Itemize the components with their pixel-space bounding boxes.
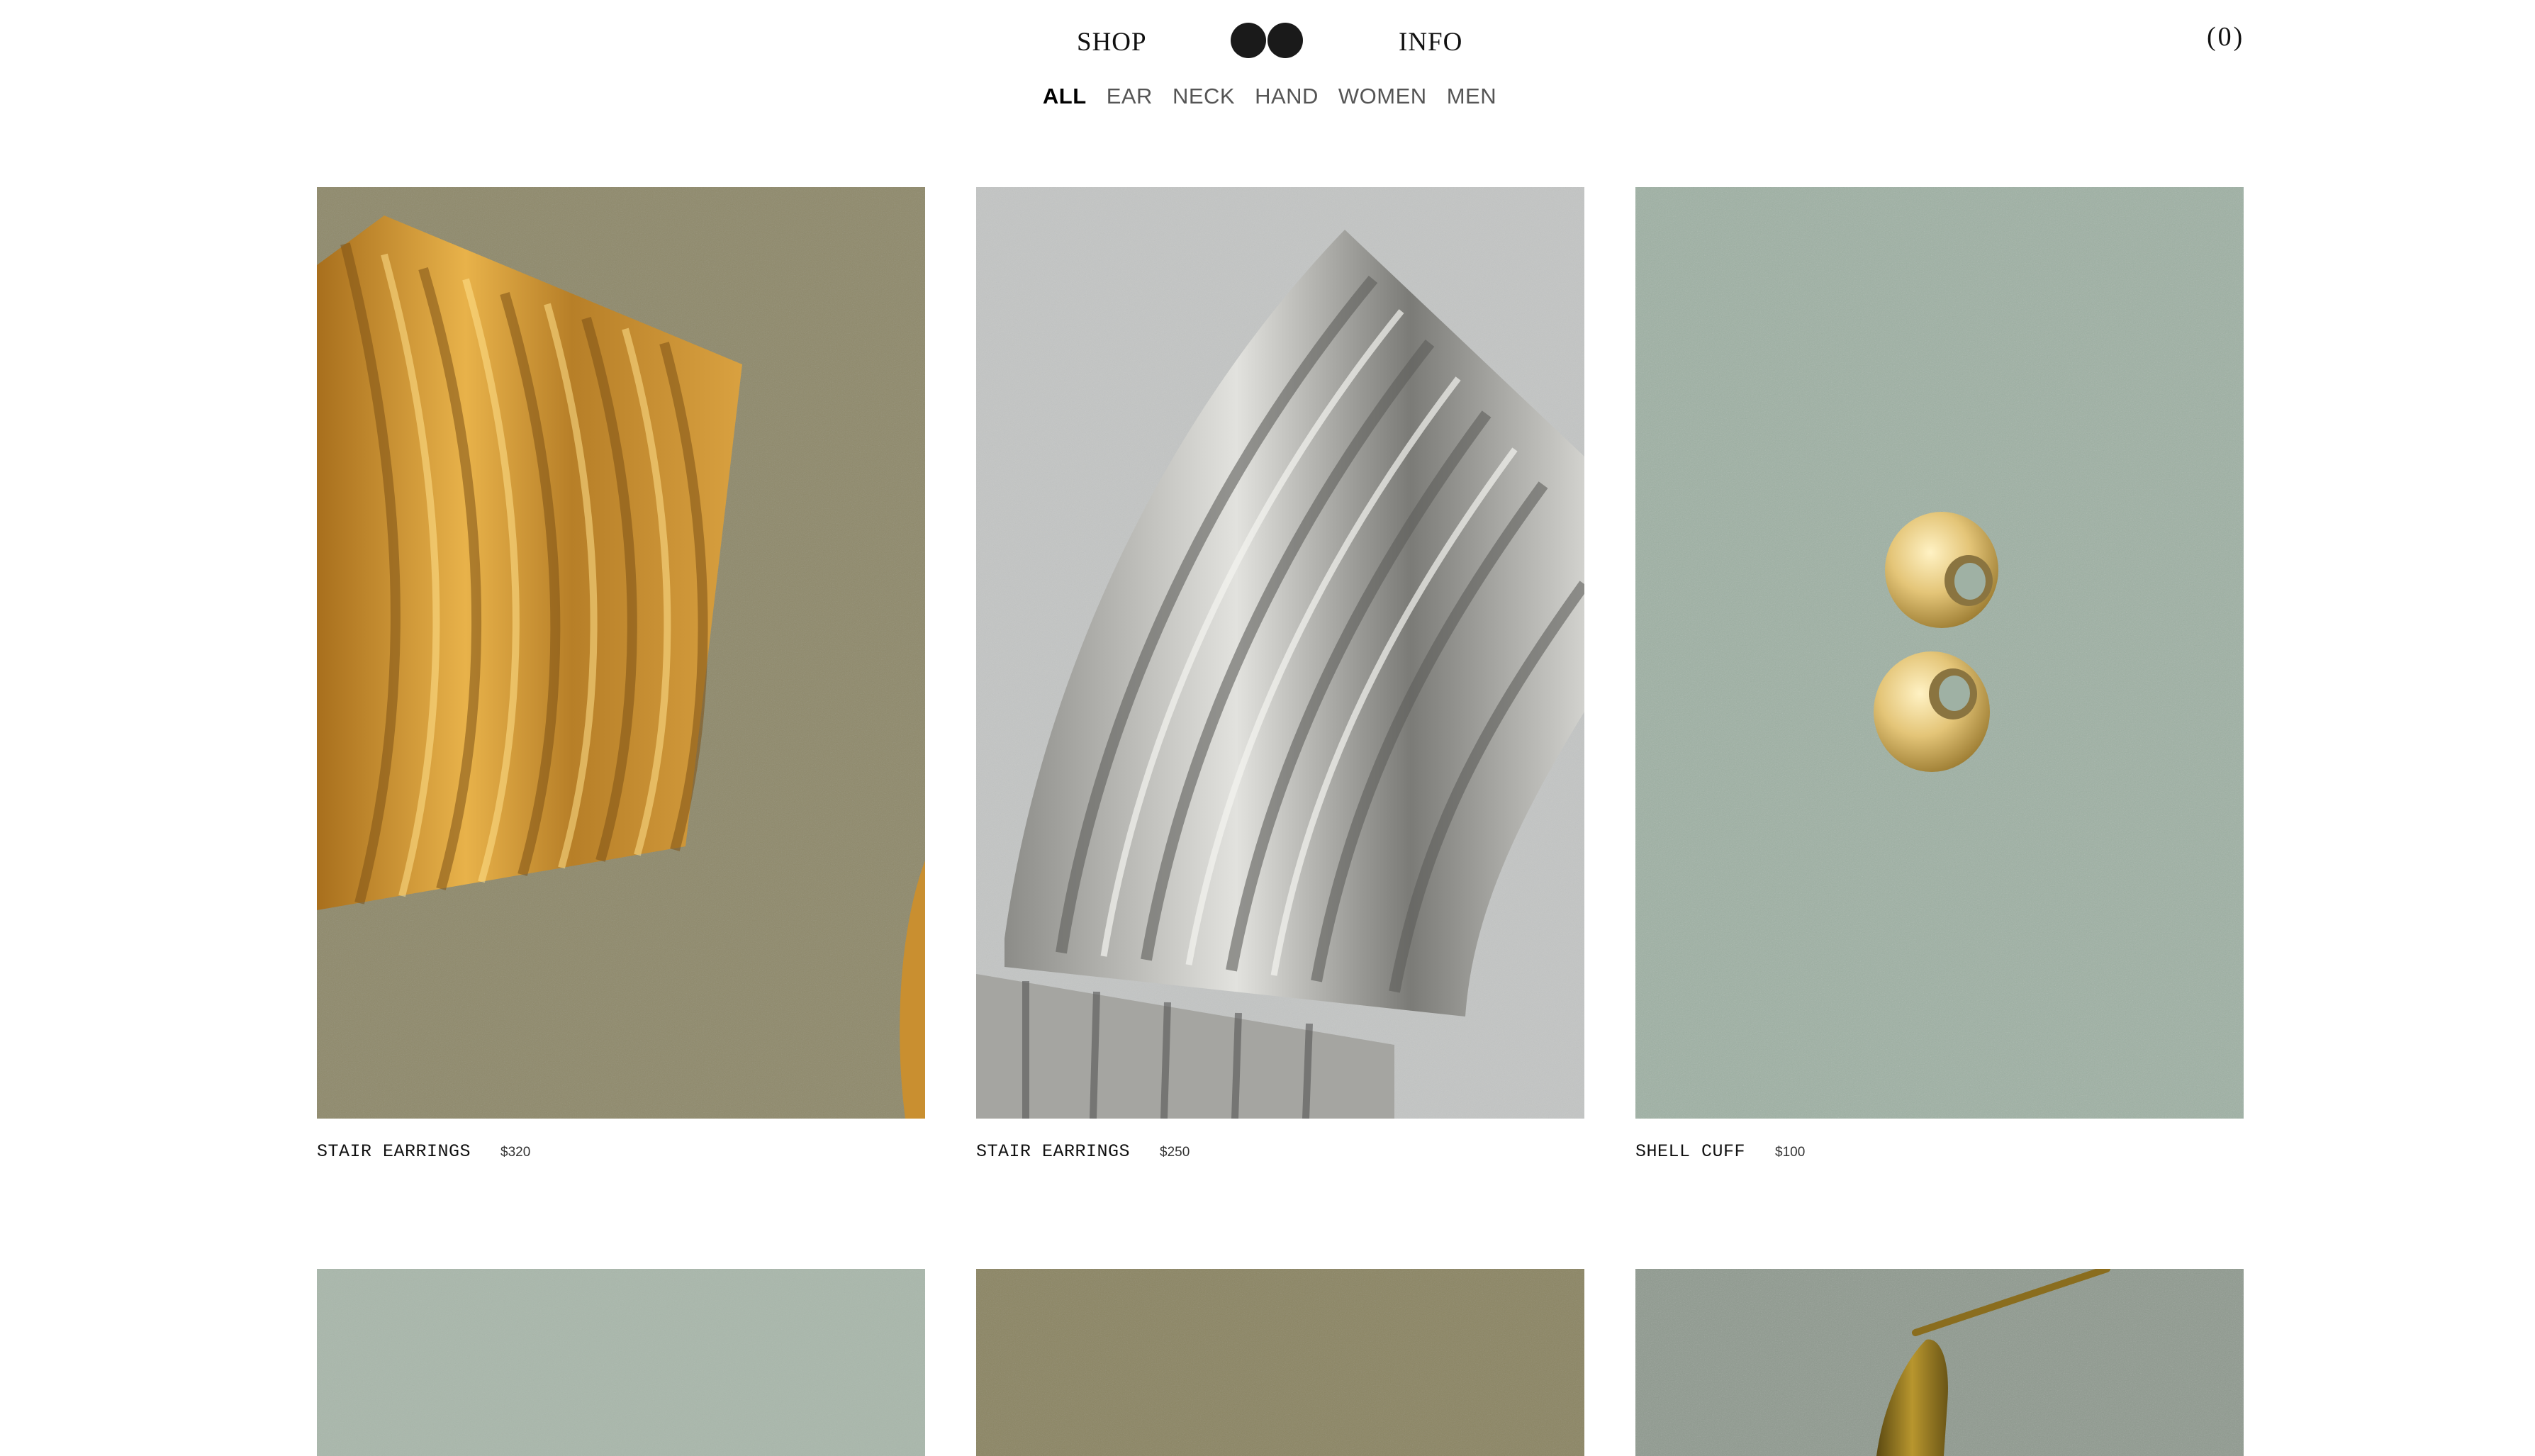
product-image[interactable] [1635,187,2244,1119]
product-card[interactable] [317,1269,925,1456]
filter-all[interactable]: ALL [1043,84,1087,109]
product-card[interactable]: STAIR EARRINGS $250 [976,187,1584,1162]
cart-button[interactable]: (0) [2207,21,2244,52]
product-name[interactable]: STAIR EARRINGS [317,1141,471,1162]
product-card[interactable]: STAIR EARRINGS $320 [317,187,925,1162]
filter-men[interactable]: MEN [1447,84,1496,109]
product-image[interactable] [976,187,1584,1119]
product-card[interactable]: SHELL CUFF $100 [1635,187,2244,1162]
product-price: $250 [1160,1145,1190,1160]
product-image[interactable] [1635,1269,2244,1456]
product-image[interactable] [976,1269,1584,1456]
top-navigation: SHOP INFO (0) ALL EAR NECK HAND WOMEN ME… [0,0,2535,128]
product-name[interactable]: SHELL CUFF [1635,1141,1745,1162]
filter-hand[interactable]: HAND [1255,84,1319,109]
nav-shop-link[interactable]: SHOP [1077,27,1147,57]
product-price: $320 [500,1145,531,1160]
double-circle-logo-icon[interactable] [1229,21,1304,60]
product-price: $100 [1775,1145,1806,1160]
product-caption: STAIR EARRINGS $250 [976,1141,1584,1162]
product-name[interactable]: STAIR EARRINGS [976,1141,1130,1162]
nav-info-link[interactable]: INFO [1399,27,1462,57]
filter-neck[interactable]: NECK [1173,84,1235,109]
product-image[interactable] [317,187,925,1119]
product-card[interactable] [976,1269,1584,1456]
product-caption: STAIR EARRINGS $320 [317,1141,925,1162]
product-caption: SHELL CUFF $100 [1635,1141,2244,1162]
category-filter-bar: ALL EAR NECK HAND WOMEN MEN [0,84,2535,109]
product-image[interactable] [317,1269,925,1456]
filter-women[interactable]: WOMEN [1338,84,1427,109]
product-card[interactable] [1635,1269,2244,1456]
filter-ear[interactable]: EAR [1107,84,1153,109]
